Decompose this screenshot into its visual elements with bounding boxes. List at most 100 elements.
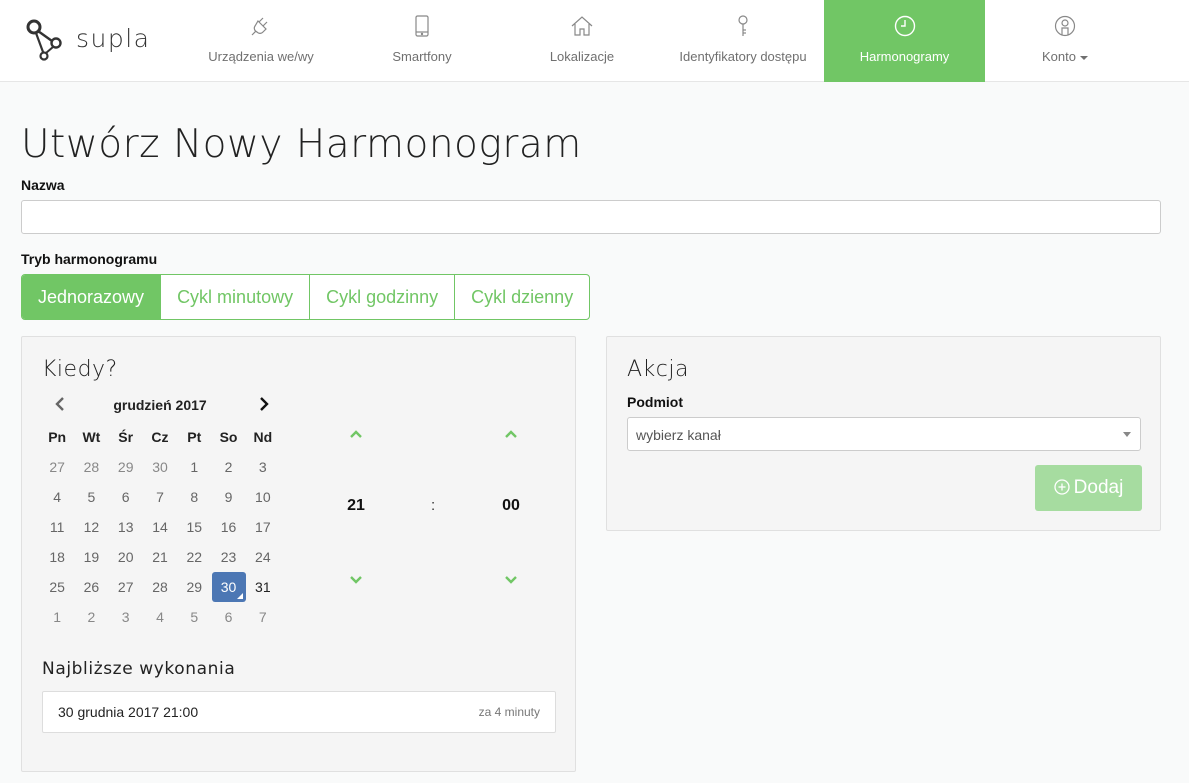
calendar-day[interactable]: 15 bbox=[177, 512, 211, 542]
calendar-week: 18 19 20 21 22 23 24 bbox=[40, 542, 280, 572]
mode-once-button[interactable]: Jednorazowy bbox=[22, 275, 162, 319]
calendar-day[interactable]: 3 bbox=[109, 602, 143, 632]
calendar-day[interactable]: 4 bbox=[143, 602, 177, 632]
calendar-day[interactable]: 16 bbox=[211, 512, 245, 542]
calendar-day[interactable]: 28 bbox=[143, 572, 177, 602]
nav-item-schedules[interactable]: Harmonogramy bbox=[824, 0, 985, 82]
plug-icon bbox=[251, 17, 268, 36]
action-title: Akcja bbox=[627, 357, 689, 382]
calendar-day[interactable]: 27 bbox=[40, 452, 74, 482]
nav-item-account[interactable]: Konto bbox=[985, 0, 1145, 82]
calendar-day[interactable]: 18 bbox=[40, 542, 74, 572]
calendar-day[interactable]: 9 bbox=[211, 482, 245, 512]
hour-value[interactable]: 21 bbox=[336, 497, 376, 515]
calendar-day[interactable]: 22 bbox=[177, 542, 211, 572]
calendar-day-selected[interactable]: 30 bbox=[211, 572, 246, 602]
nav-label: Lokalizacje bbox=[549, 49, 615, 64]
calendar-day[interactable]: 1 bbox=[40, 602, 74, 632]
subject-select-placeholder: wybierz kanał bbox=[636, 427, 721, 443]
name-input[interactable] bbox=[21, 200, 1161, 234]
nav-label: Harmonogramy bbox=[859, 49, 950, 64]
weekday-label: Nd bbox=[253, 429, 273, 445]
calendar-day[interactable]: 3 bbox=[246, 452, 280, 482]
calendar-weekdays: Pn Wt Śr Cz Pt So Nd bbox=[40, 422, 280, 452]
calendar-day[interactable]: 2 bbox=[211, 452, 245, 482]
calendar-day[interactable]: 23 bbox=[211, 542, 245, 572]
calendar-day[interactable]: 25 bbox=[40, 572, 74, 602]
mode-minutes-button[interactable]: Cykl minutowy bbox=[161, 275, 311, 319]
hour-down-chevron-icon[interactable] bbox=[349, 575, 363, 585]
calendar-day[interactable]: 17 bbox=[246, 512, 280, 542]
calendar-day[interactable]: 27 bbox=[109, 572, 143, 602]
calendar-day[interactable]: 24 bbox=[246, 542, 280, 572]
nav-item-access-ids[interactable]: Identyfikatory dostępu bbox=[662, 0, 824, 82]
minute-down-chevron-icon[interactable] bbox=[504, 575, 518, 585]
mode-hourly-button[interactable]: Cykl godzinny bbox=[310, 275, 456, 319]
weekday-label: Wt bbox=[82, 429, 101, 445]
when-panel: Kiedy? grudzień 2017 Pn Wt Śr Cz Pt So N… bbox=[21, 336, 576, 772]
calendar-day[interactable]: 29 bbox=[177, 572, 211, 602]
calendar-day[interactable]: 28 bbox=[74, 452, 108, 482]
subject-label: Podmiot bbox=[627, 394, 683, 410]
subject-select[interactable]: wybierz kanał bbox=[627, 417, 1141, 451]
weekday-label: Cz bbox=[151, 429, 169, 445]
nav-item-smartphones[interactable]: Smartfony bbox=[342, 0, 502, 82]
schedule-mode-group: Jednorazowy Cykl minutowy Cykl godzinny … bbox=[21, 274, 591, 320]
calendar-grid: Pn Wt Śr Cz Pt So Nd 27 28 29 30 1 2 3 4… bbox=[40, 422, 280, 632]
calendar-day[interactable]: 12 bbox=[74, 512, 108, 542]
calendar-day[interactable]: 4 bbox=[40, 482, 74, 512]
nav-label: Urządzenia we/wy bbox=[208, 49, 314, 64]
supla-logo[interactable]: supla bbox=[26, 18, 156, 62]
minute-value[interactable]: 00 bbox=[491, 497, 531, 515]
calendar-day[interactable]: 1 bbox=[177, 452, 211, 482]
calendar-day[interactable]: 31 bbox=[246, 572, 280, 602]
next-run-date: 30 grudnia 2017 21:00 bbox=[58, 704, 199, 720]
calendar-day[interactable]: 5 bbox=[74, 482, 108, 512]
mode-label: Tryb harmonogramu bbox=[21, 251, 158, 267]
minute-up-chevron-icon[interactable] bbox=[504, 429, 518, 439]
calendar-month[interactable]: grudzień 2017 bbox=[42, 397, 278, 413]
calendar-day[interactable]: 8 bbox=[177, 482, 211, 512]
add-button[interactable]: Dodaj bbox=[1035, 465, 1142, 511]
calendar-day[interactable]: 5 bbox=[177, 602, 211, 632]
calendar-day[interactable]: 6 bbox=[109, 482, 143, 512]
calendar-day[interactable]: 11 bbox=[40, 512, 74, 542]
calendar-week: 27 28 29 30 1 2 3 bbox=[40, 452, 280, 482]
next-run-item: 30 grudnia 2017 21:00 za 4 minuty bbox=[42, 691, 556, 733]
calendar-day[interactable]: 26 bbox=[74, 572, 108, 602]
nav-label: Identyfikatory dostępu bbox=[679, 49, 807, 64]
name-label: Nazwa bbox=[21, 177, 65, 193]
next-run-relative: za 4 minuty bbox=[478, 705, 540, 719]
calendar-day[interactable]: 21 bbox=[143, 542, 177, 572]
calendar-week: 11 12 13 14 15 16 17 bbox=[40, 512, 280, 542]
nav-item-devices[interactable]: Urządzenia we/wy bbox=[180, 0, 342, 82]
calendar-day[interactable]: 30 bbox=[143, 452, 177, 482]
hour-up-chevron-icon[interactable] bbox=[349, 429, 363, 439]
weekday-label: Pn bbox=[48, 429, 67, 445]
calendar-day[interactable]: 14 bbox=[143, 512, 177, 542]
calendar-day[interactable]: 7 bbox=[246, 602, 280, 632]
calendar-day[interactable]: 29 bbox=[109, 452, 143, 482]
calendar-day[interactable]: 19 bbox=[74, 542, 108, 572]
calendar-day[interactable]: 20 bbox=[109, 542, 143, 572]
mode-daily-button[interactable]: Cykl dzienny bbox=[455, 275, 589, 319]
calendar-day[interactable]: 2 bbox=[74, 602, 108, 632]
calendar-week: 4 5 6 7 8 9 10 bbox=[40, 482, 280, 512]
top-navbar: supla Urządzenia we/wy Smartfony Lokaliz… bbox=[0, 0, 1189, 82]
caret-down-icon bbox=[1123, 432, 1131, 437]
caret-down-icon bbox=[1079, 55, 1088, 60]
calendar-day[interactable]: 6 bbox=[211, 602, 245, 632]
chevron-right-icon[interactable] bbox=[256, 395, 272, 413]
nav-item-locations[interactable]: Lokalizacje bbox=[502, 0, 662, 82]
page-title: Utwórz Nowy Harmonogram bbox=[21, 122, 582, 167]
calendar-day[interactable]: 10 bbox=[246, 482, 280, 512]
add-button-label: Dodaj bbox=[1073, 477, 1124, 498]
calendar-day[interactable]: 7 bbox=[143, 482, 177, 512]
next-runs-title: Najbliższe wykonania bbox=[42, 659, 236, 679]
calendar-week: 1 2 3 4 5 6 7 bbox=[40, 602, 280, 632]
home-icon bbox=[571, 16, 593, 36]
action-panel: Akcja Podmiot wybierz kanał Dodaj bbox=[606, 336, 1161, 531]
nav-label: Konto bbox=[985, 49, 1145, 64]
calendar-day[interactable]: 13 bbox=[109, 512, 143, 542]
when-title: Kiedy? bbox=[42, 357, 118, 382]
